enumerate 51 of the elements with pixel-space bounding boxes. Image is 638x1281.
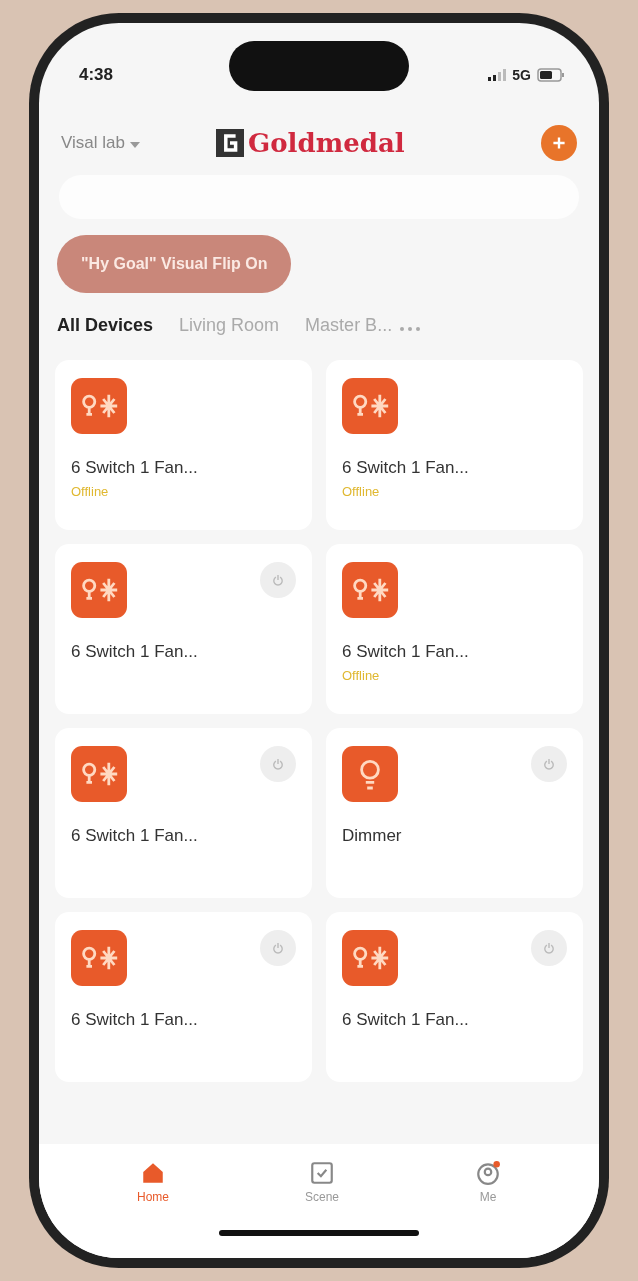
- device-name: Dimmer: [342, 826, 403, 846]
- device-icon: [71, 562, 127, 618]
- offline-status: Offline: [342, 484, 380, 499]
- power-button[interactable]: [531, 930, 567, 966]
- profile-icon: [475, 1160, 501, 1186]
- device-icon: [342, 930, 398, 986]
- nav-tab[interactable]: Home: [137, 1160, 169, 1204]
- device-card[interactable]: 6 Switch 1 Fan... Offline: [326, 544, 583, 714]
- power-icon: [542, 941, 556, 955]
- device-card[interactable]: 6 Switch 1 Fan... Offline: [55, 360, 312, 530]
- logo-mark-icon: [216, 129, 245, 157]
- device-name: 6 Switch 1 Fan...: [71, 1010, 199, 1030]
- brand-logo: Goldmedal: [216, 128, 405, 158]
- device-card[interactable]: 6 Switch 1 Fan...: [55, 728, 312, 898]
- network-label: 5G: [512, 67, 531, 83]
- device-icon: [71, 378, 127, 434]
- device-card[interactable]: 6 Switch 1 Fan...: [55, 544, 312, 714]
- device-name: 6 Switch 1 Fan...: [342, 642, 470, 662]
- power-icon: [542, 757, 556, 771]
- device-icon: [71, 930, 127, 986]
- checkbox-icon: [309, 1160, 335, 1186]
- device-name: 6 Switch 1 Fan...: [71, 458, 199, 478]
- device-name: 6 Switch 1 Fan...: [71, 642, 199, 662]
- add-button[interactable]: [541, 125, 577, 161]
- power-button[interactable]: [260, 930, 296, 966]
- device-card[interactable]: 6 Switch 1 Fan...: [326, 912, 583, 1082]
- power-button[interactable]: [260, 562, 296, 598]
- power-button[interactable]: [531, 746, 567, 782]
- device-name: 6 Switch 1 Fan...: [342, 458, 470, 478]
- power-icon: [271, 757, 285, 771]
- room-tab[interactable]: All Devices: [57, 315, 154, 336]
- device-card[interactable]: Dimmer: [326, 728, 583, 898]
- offline-status: Offline: [342, 668, 380, 683]
- device-name: 6 Switch 1 Fan...: [342, 1010, 470, 1030]
- device-icon: [342, 378, 398, 434]
- device-icon: [342, 746, 398, 802]
- signal-icon: [488, 69, 507, 81]
- power-icon: [271, 941, 285, 955]
- status-time: 4:38: [79, 65, 114, 85]
- caret-icon: [129, 142, 140, 148]
- power-icon: [271, 573, 285, 587]
- offline-status: Offline: [71, 484, 109, 499]
- device-name: 6 Switch 1 Fan...: [71, 826, 199, 846]
- power-button[interactable]: [260, 746, 296, 782]
- battery-icon: [537, 68, 565, 82]
- more-icon: [400, 327, 421, 331]
- plus-icon: [551, 135, 567, 151]
- device-icon: [342, 562, 398, 618]
- device-icon: [71, 746, 127, 802]
- device-card[interactable]: 6 Switch 1 Fan... Offline: [326, 360, 583, 530]
- device-card[interactable]: 6 Switch 1 Fan...: [55, 912, 312, 1082]
